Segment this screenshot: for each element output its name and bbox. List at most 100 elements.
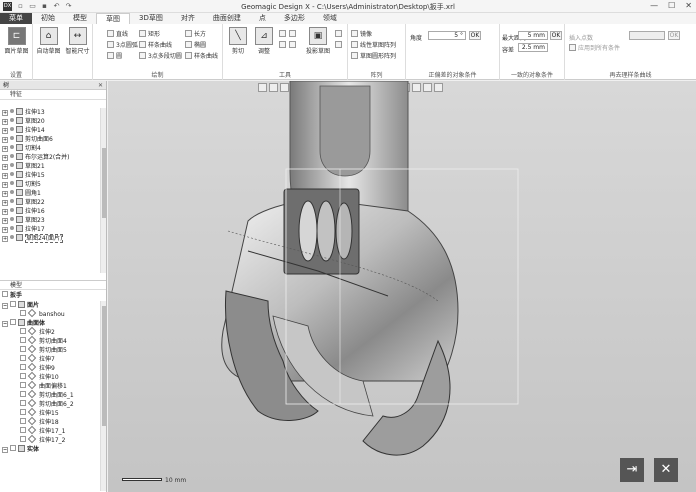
expand-icon[interactable]: + <box>2 218 8 224</box>
expand-icon[interactable]: + <box>2 155 8 161</box>
model-tree-item[interactable]: 拉伸9 <box>0 362 100 373</box>
apply-all-checkbox[interactable]: 应用到所有条件 <box>569 44 620 53</box>
tab-sketch[interactable]: 草图 <box>96 13 130 24</box>
visibility-icon[interactable] <box>10 127 14 131</box>
model-tree-item[interactable]: 拉伸10 <box>0 371 100 382</box>
mirror-button[interactable]: 镜像 <box>351 30 372 39</box>
scrollbar-thumb[interactable] <box>102 306 106 426</box>
checkbox-icon[interactable] <box>2 291 8 297</box>
text-tool[interactable] <box>335 41 344 50</box>
line-button[interactable]: 直线 <box>107 30 128 39</box>
visibility-icon[interactable] <box>10 217 14 221</box>
tab-initial[interactable]: 初始 <box>32 13 64 24</box>
tolerance-input[interactable]: 2.5 mm <box>518 43 548 52</box>
visibility-icon[interactable] <box>10 235 14 239</box>
feature-tree-item[interactable]: + 拉伸17 <box>0 225 100 234</box>
checkbox-icon[interactable] <box>20 355 26 361</box>
feature-tree-item[interactable]: + 拉伸14 <box>0 126 100 135</box>
model-tree-item[interactable]: 剪切曲面6_2 <box>0 398 100 409</box>
feature-tree-tab[interactable]: 特征 <box>0 90 106 100</box>
visibility-icon[interactable] <box>10 136 14 140</box>
model-tree-item[interactable]: 拉伸15 <box>0 407 100 418</box>
tab-3d-sketch[interactable]: 3D草图 <box>130 13 172 24</box>
checkbox-icon[interactable] <box>20 346 26 352</box>
smart-dimension-button[interactable]: ↔ 智能尺寸 <box>64 27 91 55</box>
visibility-icon[interactable] <box>10 226 14 230</box>
max-distance-ok-button[interactable]: OK <box>550 31 562 40</box>
visibility-icon[interactable] <box>10 154 14 158</box>
model-root-item[interactable]: 扳手 <box>0 291 22 300</box>
feature-tree-item[interactable]: + 草图20 <box>0 117 100 126</box>
maximize-button[interactable]: ☐ <box>668 1 675 11</box>
adjust-button[interactable]: ⊿ 调整 <box>251 27 277 55</box>
model-category-item[interactable]: − 面片 <box>0 301 100 310</box>
checkbox-icon[interactable] <box>20 400 26 406</box>
tab-align[interactable]: 对齐 <box>172 13 204 24</box>
feature-tree-item[interactable]: + 拉伸13 <box>0 108 100 117</box>
expand-icon[interactable]: + <box>2 164 8 170</box>
model-tree-scrollbar[interactable] <box>100 301 106 491</box>
auto-sketch-button[interactable]: ⌂ 自动草图 <box>35 27 62 55</box>
checkbox-icon[interactable] <box>20 373 26 379</box>
model-tree-item[interactable]: 拉伸17_2 <box>0 434 100 445</box>
checkbox-icon[interactable] <box>10 445 16 451</box>
expand-icon[interactable]: + <box>2 137 8 143</box>
tab-point[interactable]: 点 <box>250 13 275 24</box>
minimize-button[interactable]: — <box>650 1 658 11</box>
feature-tree-item[interactable]: + 草图21 <box>0 162 100 171</box>
expand-icon[interactable]: + <box>2 128 8 134</box>
checkbox-icon[interactable] <box>20 391 26 397</box>
model-tree-tab[interactable]: 模型 <box>0 280 106 290</box>
expand-icon[interactable]: − <box>2 321 8 327</box>
polygon-button[interactable]: 3点多段切圆 <box>139 52 182 61</box>
model-tree-item[interactable]: 曲面偏移1 <box>0 380 100 391</box>
tab-menu[interactable]: 菜单 <box>0 13 32 24</box>
model-tree-item[interactable]: 剪切曲面4 <box>0 335 100 346</box>
expand-icon[interactable]: + <box>2 146 8 152</box>
insert-points-ok-button[interactable]: OK <box>668 31 680 40</box>
checkbox-icon[interactable] <box>20 328 26 334</box>
checkbox-icon[interactable] <box>20 382 26 388</box>
visibility-icon[interactable] <box>10 172 14 176</box>
checkbox-icon[interactable] <box>20 427 26 433</box>
checkbox-icon[interactable] <box>10 301 16 307</box>
constraint-tool[interactable] <box>335 30 344 39</box>
scrollbar-thumb[interactable] <box>102 148 106 218</box>
circular-array-button[interactable]: 草图圆形阵列 <box>351 52 396 61</box>
model-tree-item[interactable]: 剪切曲面6_1 <box>0 389 100 400</box>
3d-viewport[interactable]: 10 mm ⇥ ✕ <box>108 81 696 492</box>
checkbox-icon[interactable] <box>20 409 26 415</box>
extend-tool[interactable] <box>279 41 288 50</box>
expand-icon[interactable]: + <box>2 119 8 125</box>
feature-tree-item[interactable]: + 剪切曲面6 <box>0 135 100 144</box>
exit-sketch-mode-button[interactable]: ⇥ <box>620 458 644 482</box>
visibility-icon[interactable] <box>10 208 14 212</box>
feature-tree-item[interactable]: + 草图24(面片) <box>0 234 100 243</box>
model-tree-item[interactable]: 拉伸2 <box>0 326 100 337</box>
angle-ok-button[interactable]: OK <box>469 31 481 40</box>
slot-button[interactable]: 长方 <box>185 30 206 39</box>
exit-sketch-button[interactable]: ⊏ 面片草图 <box>3 27 30 55</box>
expand-icon[interactable]: + <box>2 191 8 197</box>
checkbox-icon[interactable] <box>20 418 26 424</box>
expand-icon[interactable]: + <box>2 182 8 188</box>
expand-icon[interactable]: + <box>2 209 8 215</box>
model-tree-item[interactable]: banshou <box>0 308 100 319</box>
split-tool[interactable] <box>289 41 298 50</box>
checkbox-icon[interactable] <box>20 364 26 370</box>
insert-points-input[interactable] <box>629 31 665 40</box>
cancel-button[interactable]: ✕ <box>654 458 678 482</box>
visibility-icon[interactable] <box>10 181 14 185</box>
expand-icon[interactable]: − <box>2 303 8 309</box>
offset-tool[interactable] <box>279 30 288 39</box>
circle-button[interactable]: 圆 <box>107 52 122 61</box>
model-category-item[interactable]: − 曲面体 <box>0 319 100 328</box>
close-panel-icon[interactable]: ✕ <box>98 81 103 90</box>
model-tree-item[interactable]: 拉伸17_1 <box>0 425 100 436</box>
feature-tree-item[interactable]: + 拉伸15 <box>0 171 100 180</box>
expand-icon[interactable]: + <box>2 227 8 233</box>
checkbox-icon[interactable] <box>10 319 16 325</box>
project-sketch-button[interactable]: ▣ 投影草图 <box>303 27 333 55</box>
expand-icon[interactable]: + <box>2 110 8 116</box>
model-tree-item[interactable]: 剪切曲面5 <box>0 344 100 355</box>
